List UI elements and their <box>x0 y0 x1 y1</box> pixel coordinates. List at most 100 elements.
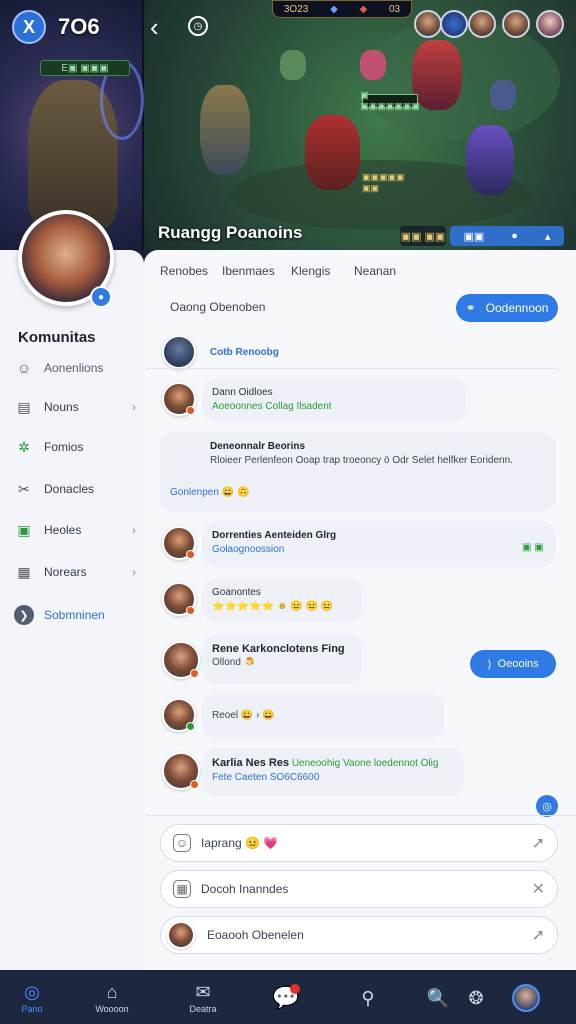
sidebar-item-aonenlions[interactable]: ☺ Aonenlions <box>14 353 136 383</box>
message-bubble: Deneonnalr Beorins Rloieer Perlenfeon Oo… <box>160 432 556 512</box>
message-author[interactable]: Karlia Nes Res <box>212 757 289 769</box>
composer-placeholder: Eoaooh Obenelen <box>207 928 304 942</box>
notification-dot <box>290 984 300 994</box>
sidebar-item-label: Aonenlions <box>44 361 104 375</box>
message-text: Aoeoonnes Collag Ilsadent <box>212 401 332 412</box>
minion-unit <box>490 80 516 110</box>
message-author[interactable]: Cotb Renoobg <box>210 347 279 358</box>
message-avatar[interactable] <box>162 582 196 616</box>
nav-label: Pano <box>21 1004 43 1014</box>
team-emblem-icon: ◆ <box>330 3 338 15</box>
mode-glyph: X <box>22 16 35 37</box>
sidebar-item-nouns[interactable]: ▤ Nouns › <box>14 392 136 422</box>
compass-icon: ◎ <box>24 982 40 1002</box>
reply-button-label: Oeooins <box>497 658 539 670</box>
level-value: 7O6 <box>58 14 100 39</box>
enemy-unit-purple <box>466 125 514 195</box>
message-avatar[interactable] <box>162 752 200 790</box>
nav-chat[interactable]: 💬 <box>246 984 326 1009</box>
score-left: 3O23 <box>283 3 309 15</box>
expand-icon[interactable]: ▴ <box>545 230 551 243</box>
player-avatar[interactable] <box>536 10 564 38</box>
live-label: ▣▣ <box>463 230 485 243</box>
nav-tags[interactable]: ⚲ <box>326 988 410 1008</box>
unit-health-bar: ▣ ▣▣▣▣▣▣▣ <box>360 90 420 111</box>
sidebar-item-fomios[interactable]: ✲ Fomios <box>14 432 136 462</box>
sidebar-item-label: Nouns <box>44 400 79 414</box>
sidebar-item-heoles[interactable]: ▣ Heoles › <box>14 515 136 545</box>
tab-renobes[interactable]: Renobes <box>160 264 208 278</box>
player-avatar[interactable] <box>414 10 442 38</box>
divider <box>146 368 556 369</box>
score-right: 03 <box>389 3 401 15</box>
composer-placeholder: Iaprang 😐 💗 <box>201 836 279 850</box>
attachment-icon[interactable]: ▦ <box>173 880 191 898</box>
message-avatar[interactable] <box>162 698 196 732</box>
player-avatar[interactable] <box>440 10 468 38</box>
send-icon[interactable]: ➚ <box>532 833 545 853</box>
chevron-right-icon: › <box>132 523 136 537</box>
nav-deatra[interactable]: ✉ Deatra <box>160 982 246 1014</box>
chevron-right-icon: ⟩ <box>487 658 492 671</box>
smile-icon: ☺ <box>16 360 32 376</box>
follow-button-label: Oodennoon <box>485 301 549 315</box>
sidebar-item-label: Heoles <box>44 523 82 537</box>
nav-profile[interactable] <box>496 984 556 1012</box>
message-avatar[interactable] <box>162 382 196 416</box>
game-mode-icon[interactable]: X <box>12 10 46 44</box>
filter-label: Oaong Obenoben <box>170 300 266 314</box>
message-avatar[interactable] <box>162 335 196 369</box>
send-icon[interactable]: ➚ <box>532 925 545 945</box>
message-bubble: Reoel 😀 › 😀 <box>202 694 444 738</box>
emoji-icon[interactable]: ☺ <box>173 834 191 852</box>
player-avatar[interactable] <box>502 10 530 38</box>
news-icon: ▤ <box>17 398 31 415</box>
back-icon[interactable]: ‹ <box>150 14 170 40</box>
sidebar-title: Komunitas <box>18 329 96 346</box>
sidebar-item-norears[interactable]: ▦ Norears › <box>14 557 136 587</box>
tab-ibenmaes[interactable]: Ibenmaes <box>222 264 275 278</box>
message-composer[interactable]: ☺ Iaprang 😐 💗 ➚ <box>160 824 558 862</box>
nav-settings[interactable]: ❂ <box>456 988 496 1008</box>
message-author[interactable]: Rene Karkonclotens Fing <box>212 642 352 656</box>
message-avatar[interactable] <box>162 526 196 560</box>
player-avatar[interactable] <box>468 10 496 38</box>
reaction-badge[interactable]: ▣ ▣ <box>522 542 544 553</box>
sidebar-item-label: Norears <box>44 565 87 579</box>
nav-home[interactable]: ◎ Pano <box>0 982 64 1014</box>
message-author[interactable]: Dorrenties Aenteiden Glrg <box>212 530 336 541</box>
nav-search[interactable]: 🔍 <box>420 988 456 1008</box>
user-avatar <box>167 921 195 949</box>
sidebar-item-sobmninen[interactable]: ❯ Sobmninen <box>14 600 136 630</box>
message-text: ⭐⭐⭐⭐⭐ ☻ 😐 😐 😐 <box>212 601 334 612</box>
message-author[interactable]: Deneonnalr Beorins <box>210 440 546 454</box>
scroll-to-bottom-icon[interactable]: ◎ <box>536 795 558 817</box>
message-author[interactable]: Goanontes <box>212 586 352 600</box>
divider <box>146 815 576 816</box>
message-bubble: Goanontes ⭐⭐⭐⭐⭐ ☻ 😐 😐 😐 <box>202 578 362 622</box>
reply-composer[interactable]: Eoaooh Obenelen ➚ <box>160 916 558 954</box>
live-controls[interactable]: ▣▣ ● ▴ <box>450 226 564 246</box>
tab-neanan[interactable]: Neanan <box>354 264 396 278</box>
sidebar-item-label: Sobmninen <box>44 608 105 622</box>
reply-button[interactable]: ⟩ Oeooins <box>470 650 556 678</box>
grid-icon: ▦ <box>17 563 31 580</box>
arrow-circle-icon: ❯ <box>14 605 34 625</box>
message-text: Golaognoossion <box>212 544 285 555</box>
sidebar-item-label: Fomios <box>44 440 84 454</box>
nav-label: Woooon <box>95 1004 129 1014</box>
message-bubble: Dorrenties Aenteiden Glrg Golaognoossion <box>202 521 556 567</box>
message-author[interactable]: Dann Oidloes <box>212 386 456 400</box>
follow-button[interactable]: ⚭ Oodennoon <box>456 294 558 322</box>
close-icon[interactable]: ✕ <box>532 879 545 899</box>
tab-klengis[interactable]: Klengis <box>291 264 330 278</box>
message-avatar[interactable] <box>162 641 200 679</box>
sidebar-item-donacles[interactable]: ✂ Donacles <box>14 474 136 504</box>
tag-icon: ⚲ <box>361 988 375 1008</box>
nav-woooon[interactable]: ⌂ Woooon <box>64 982 160 1014</box>
tools-icon: ✂ <box>18 480 30 497</box>
timer-icon[interactable]: ◷ <box>188 16 208 36</box>
search-icon: 🔍 <box>426 988 450 1008</box>
attachment-composer[interactable]: ▦ Docoh Inanndes ✕ <box>160 870 558 908</box>
gear-icon: ❂ <box>468 988 484 1008</box>
